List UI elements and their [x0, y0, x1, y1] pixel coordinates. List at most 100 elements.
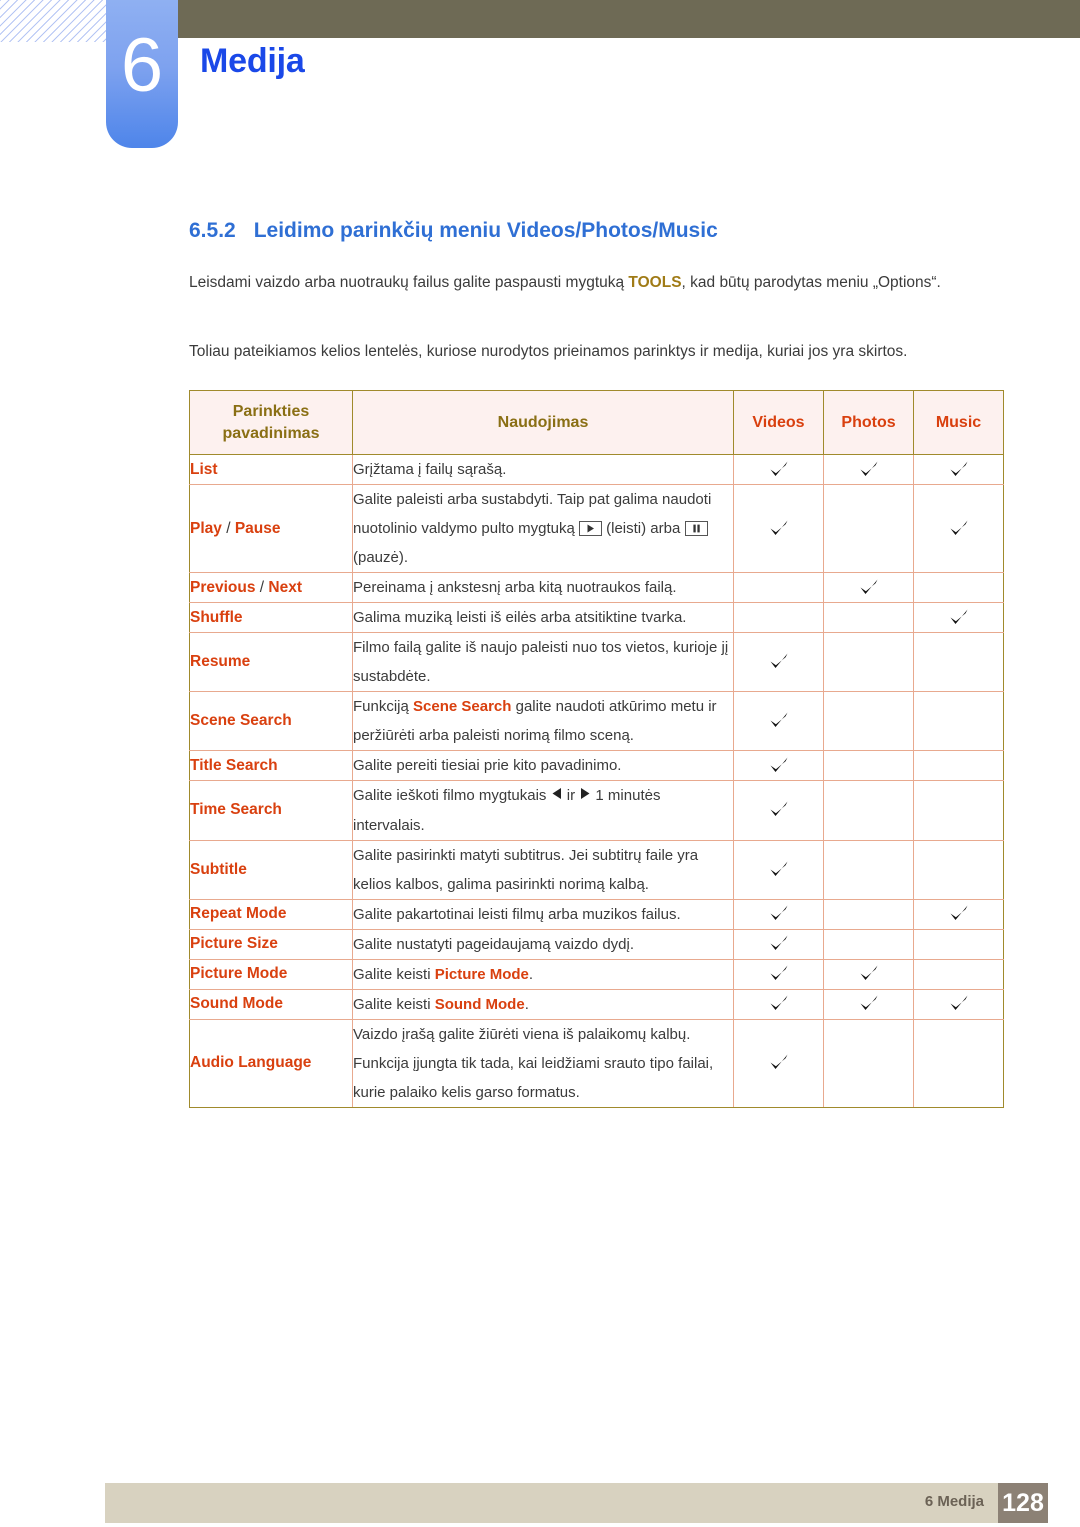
cell-usage: Galite pakartotinai leisti filmų arba mu…	[352, 898, 734, 930]
table-row: Subtitle Galite pasirinkti matyti subtitr…	[189, 839, 1004, 900]
option-name-text: Title Search	[190, 756, 278, 774]
cell-photos-support	[823, 928, 914, 960]
cell-videos-support	[733, 602, 824, 633]
table-row: Audio Language Vaizdo įrašą galite žiūrėt…	[189, 1018, 1004, 1108]
cell-photos-support	[823, 898, 914, 930]
intro-paragraph-2: Toliau pateikiamos kelios lentelės, kuri…	[189, 343, 908, 360]
option-name-text: Repeat Mode	[190, 905, 287, 923]
cell-videos-support	[733, 839, 824, 900]
usage-text: Galite pakartotinai leisti filmų arba mu…	[353, 905, 681, 923]
cell-usage: Pereinama į ankstesnį arba kitą nuotrauk…	[352, 572, 734, 603]
section-title: Leidimo parinkčių meniu Videos/Photos/Mu…	[253, 219, 718, 242]
right-arrow-icon	[579, 781, 591, 810]
check-icon	[858, 993, 880, 1015]
section-heading: 6.5.2 Leidimo parinkčių meniu Videos/Phot…	[189, 219, 718, 243]
usage-text: Grįžtama į failų sąrašą.	[353, 461, 507, 478]
column-header-usage: Naudojimas	[352, 390, 734, 455]
decorative-hatch-pattern	[0, 0, 112, 42]
option-name-separator: /	[255, 578, 269, 596]
usage-text: Pereinama į ankstesnį arba kitą nuotrauk…	[353, 579, 677, 596]
cell-usage: Filmo failą galite iš naujo paleisti nuo…	[352, 632, 734, 692]
cell-photos-support	[823, 572, 914, 603]
check-icon	[768, 799, 790, 821]
cell-music-support	[913, 1018, 1004, 1108]
usage-keyword: Sound Mode	[434, 995, 525, 1013]
cell-videos-support	[733, 988, 824, 1020]
cell-photos-support	[823, 691, 914, 751]
cell-usage: Galite ieškoti filmo mygtukais ir 1 minu…	[352, 780, 734, 841]
cell-videos-support	[733, 898, 824, 930]
chapter-banner-bar	[178, 0, 1080, 38]
usage-text-a: Galite keisti	[353, 995, 435, 1013]
usage-text-c: (pauzė).	[353, 549, 409, 566]
cell-videos-support	[733, 958, 824, 990]
cell-usage: Galite keisti Picture Mode.	[352, 958, 734, 990]
table-row: Picture Size Galite nustatyti pageidaujam…	[189, 928, 1004, 960]
cell-photos-support	[823, 632, 914, 692]
option-name-separator: /	[221, 519, 235, 537]
pause-button-icon	[684, 520, 708, 536]
cell-option-name: Scene Search	[189, 691, 353, 751]
usage-text: Galite pasirinkti matyti subtitrus. Jei …	[353, 846, 699, 893]
cell-music-support	[913, 691, 1004, 751]
cell-option-name: List	[189, 454, 353, 485]
check-icon	[948, 459, 970, 481]
cell-photos-support	[823, 958, 914, 990]
cell-option-name: Play / Pause	[189, 484, 353, 573]
check-icon	[948, 518, 970, 540]
cell-option-name: Sound Mode	[189, 988, 353, 1020]
check-icon	[768, 859, 790, 881]
footer-chapter-label: 6 Medija	[924, 1493, 984, 1510]
cell-videos-support	[733, 632, 824, 692]
chapter-title: Medija	[200, 42, 305, 80]
check-icon	[858, 459, 880, 481]
cell-option-name: Picture Size	[189, 928, 353, 960]
cell-option-name: Previous / Next	[189, 572, 353, 603]
column-header-videos: Videos	[733, 390, 824, 455]
playback-options-table: Parinkties pavadinimas Naudojimas Videos…	[189, 390, 1004, 1108]
table-row: Shuffle Galima muziką leisti iš eilės arb…	[189, 602, 1004, 633]
cell-photos-support	[823, 1018, 914, 1108]
cell-usage: Galite pereiti tiesiai prie kito pavadin…	[352, 750, 734, 781]
cell-option-name: Time Search	[189, 780, 353, 841]
cell-option-name: Audio Language	[189, 1018, 353, 1108]
usage-text: Filmo failą galite iš naujo paleisti nuo…	[353, 639, 729, 685]
cell-videos-support	[733, 484, 824, 573]
cell-photos-support	[823, 454, 914, 485]
cell-music-support	[913, 602, 1004, 633]
cell-option-name: Resume	[189, 632, 353, 692]
check-icon	[768, 1052, 790, 1074]
cell-option-name: Shuffle	[189, 602, 353, 633]
usage-text-b: (leisti) arba	[601, 520, 685, 537]
table-row: Sound Mode Galite keisti Sound Mode.	[189, 988, 1004, 1020]
option-name-text: Picture Mode	[190, 965, 288, 983]
cell-videos-support	[733, 454, 824, 485]
check-icon	[768, 755, 790, 777]
cell-music-support	[913, 484, 1004, 573]
cell-option-name: Picture Mode	[189, 958, 353, 990]
cell-music-support	[913, 572, 1004, 603]
table-row: Title Search Galite pereiti tiesiai prie …	[189, 750, 1004, 781]
cell-music-support	[913, 898, 1004, 930]
cell-videos-support	[733, 750, 824, 781]
cell-music-support	[913, 780, 1004, 841]
check-icon	[858, 577, 880, 599]
check-icon	[768, 710, 790, 732]
option-name-text: Subtitle	[190, 860, 247, 878]
usage-text: Galima muziką leisti iš eilės arba atsit…	[353, 609, 687, 626]
cell-music-support	[913, 958, 1004, 990]
option-name-secondary: Pause	[234, 519, 281, 537]
cell-music-support	[913, 750, 1004, 781]
intro-paragraph-1: Leisdami vaizdo arba nuotraukų failus ga…	[189, 268, 1003, 298]
left-arrow-icon	[551, 781, 563, 810]
usage-text-b: .	[528, 965, 534, 983]
table-header-row: Parinkties pavadinimas Naudojimas Videos…	[189, 390, 1004, 455]
usage-text-b: ir	[562, 787, 580, 804]
usage-text-a: Galite keisti	[353, 965, 435, 983]
play-button-icon	[578, 520, 602, 536]
column-header-option-name: Parinkties pavadinimas	[189, 390, 353, 455]
cell-videos-support	[733, 1018, 824, 1108]
tools-button-highlight: TOOLS	[628, 274, 682, 291]
cell-photos-support	[823, 750, 914, 781]
usage-text-b: .	[524, 995, 529, 1013]
